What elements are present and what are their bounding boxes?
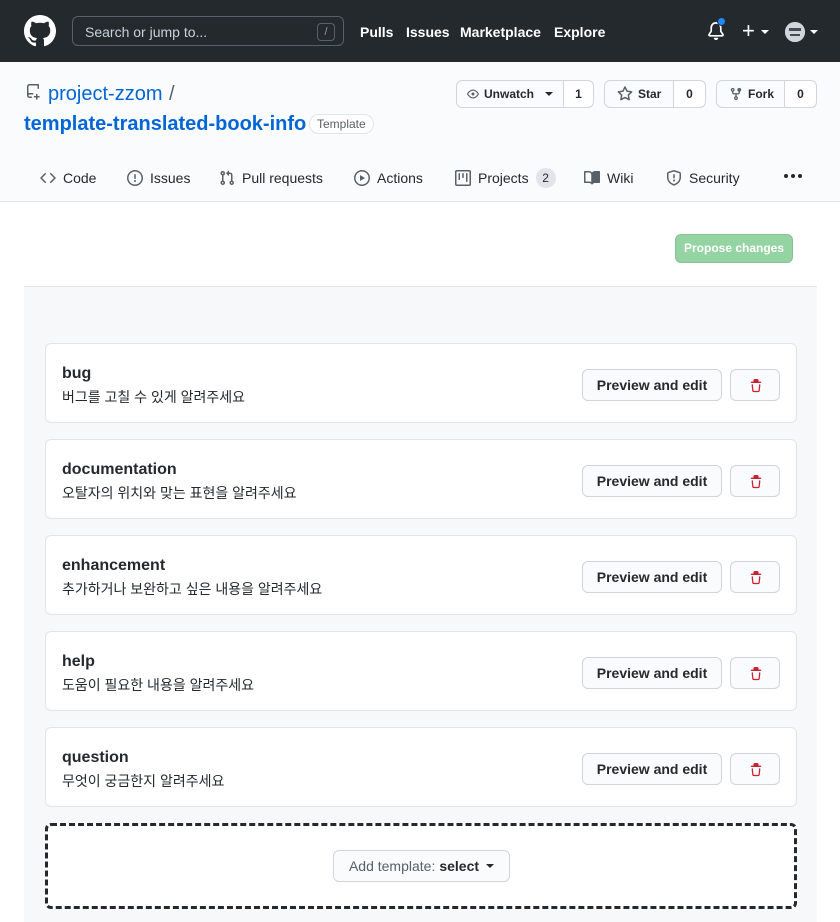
book-icon [584, 170, 600, 185]
tab-issues-label: Issues [150, 170, 191, 186]
repo-owner-link[interactable]: project-zzom [48, 83, 162, 106]
star-button-group: Star 0 [604, 80, 706, 108]
user-menu-caret-icon[interactable] [810, 30, 818, 34]
nav-marketplace[interactable]: Marketplace [460, 24, 541, 40]
projects-count-badge: 2 [535, 168, 556, 188]
user-avatar[interactable] [785, 22, 805, 42]
trash-icon [750, 475, 762, 489]
tab-code-label: Code [63, 170, 97, 186]
template-card-help: help 도움이 필요한 내용을 알려주세요 Preview and edit [45, 631, 797, 711]
delete-template-button[interactable] [730, 465, 780, 497]
add-template-label: Add template: [348, 858, 436, 874]
template-description: 무엇이 궁금한지 알려주세요 [62, 773, 225, 789]
tab-projects-label: Projects [478, 170, 529, 186]
trash-icon [750, 667, 762, 681]
create-new-plus-icon[interactable]: + [742, 18, 755, 44]
watch-count[interactable]: 1 [564, 80, 594, 108]
template-card-documentation: documentation 오탈자의 위치와 맞는 표현을 알려주세요 Prev… [45, 439, 797, 519]
tab-issues[interactable]: Issues [127, 168, 190, 188]
template-name: question [62, 749, 129, 766]
repo-name-link[interactable]: template-translated-book-info [24, 113, 306, 136]
star-icon [617, 86, 633, 101]
path-separator: / [169, 83, 175, 105]
template-description: 추가하거나 보완하고 싶은 내용을 알려주세요 [62, 581, 323, 597]
template-description: 오탈자의 위치와 맞는 표현을 알려주세요 [62, 485, 297, 501]
delete-template-button[interactable] [730, 753, 780, 785]
template-description: 도움이 필요한 내용을 알려주세요 [62, 677, 254, 693]
trash-icon [750, 379, 762, 393]
template-card-enhancement: enhancement 추가하거나 보완하고 싶은 내용을 알려주세요 Prev… [45, 535, 797, 615]
avatar-face-icon [785, 22, 805, 42]
tab-code[interactable]: Code [40, 168, 96, 188]
propose-changes-button[interactable]: Propose changes [675, 234, 793, 263]
add-template-value: select [439, 858, 480, 874]
nav-pulls[interactable]: Pulls [360, 24, 393, 40]
tab-pull-requests[interactable]: Pull requests [219, 168, 323, 188]
fork-button-group: Fork 0 [716, 80, 817, 108]
code-icon [40, 172, 56, 184]
add-template-select-button[interactable]: Add template: select [333, 850, 510, 882]
search-shortcut-key: / [317, 23, 335, 41]
create-new-caret-icon[interactable] [761, 30, 769, 34]
global-header: Search or jump to... / Pulls Issues Mark… [0, 0, 840, 62]
fork-button[interactable]: Fork [716, 80, 785, 108]
template-repo-icon [27, 84, 40, 100]
unwatch-label: Unwatch [483, 87, 534, 101]
tab-security[interactable]: Security [666, 168, 740, 188]
unread-notification-dot [717, 17, 726, 26]
tab-actions-label: Actions [377, 170, 423, 186]
repository-header: project-zzom / template-translated-book-… [0, 62, 840, 202]
template-badge: Template [309, 114, 374, 134]
star-button[interactable]: Star [604, 80, 674, 108]
star-count[interactable]: 0 [674, 80, 706, 108]
nav-issues[interactable]: Issues [406, 24, 450, 40]
tab-actions[interactable]: Actions [354, 168, 423, 188]
github-logo-icon[interactable] [24, 15, 56, 47]
project-board-icon [455, 170, 471, 186]
tab-projects[interactable]: Projects 2 [455, 168, 556, 188]
eye-icon [467, 89, 479, 99]
template-card-question: question 무엇이 궁금한지 알려주세요 Preview and edit [45, 727, 797, 807]
template-name: documentation [62, 461, 177, 478]
git-pull-request-icon [220, 170, 235, 186]
tab-security-label: Security [689, 170, 740, 186]
play-icon [354, 170, 370, 186]
preview-and-edit-button[interactable]: Preview and edit [582, 369, 722, 401]
add-template-dropzone: Add template: select [45, 823, 797, 909]
watch-button-group: Unwatch 1 [456, 80, 594, 108]
nav-explore[interactable]: Explore [554, 24, 605, 40]
unwatch-caret-icon [545, 92, 553, 96]
template-description: 버그를 고칠 수 있게 알려주세요 [62, 389, 245, 405]
more-tabs-kebab-icon[interactable] [784, 174, 802, 178]
delete-template-button[interactable] [730, 369, 780, 401]
template-name: enhancement [62, 557, 166, 574]
fork-label: Fork [747, 87, 774, 101]
preview-and-edit-button[interactable]: Preview and edit [582, 465, 722, 497]
preview-and-edit-button[interactable]: Preview and edit [582, 561, 722, 593]
template-name: bug [62, 365, 92, 382]
star-label: Star [638, 87, 662, 101]
shield-icon [667, 170, 681, 186]
tab-wiki-label: Wiki [607, 170, 634, 186]
tab-pull-requests-label: Pull requests [242, 170, 323, 186]
search-placeholder: Search or jump to... [85, 24, 208, 40]
search-input[interactable]: Search or jump to... / [72, 16, 344, 46]
template-name: help [62, 653, 95, 670]
fork-icon [730, 87, 742, 101]
unwatch-button[interactable]: Unwatch [456, 80, 564, 108]
preview-and-edit-button[interactable]: Preview and edit [582, 657, 722, 689]
issue-opened-icon [127, 170, 143, 186]
trash-icon [750, 571, 762, 585]
preview-and-edit-button[interactable]: Preview and edit [582, 753, 722, 785]
template-card-bug: bug 버그를 고칠 수 있게 알려주세요 Preview and edit [45, 343, 797, 423]
add-template-caret-icon [486, 864, 495, 868]
tab-wiki[interactable]: Wiki [584, 168, 633, 188]
fork-count[interactable]: 0 [785, 80, 817, 108]
delete-template-button[interactable] [730, 561, 780, 593]
delete-template-button[interactable] [730, 657, 780, 689]
trash-icon [750, 763, 762, 777]
